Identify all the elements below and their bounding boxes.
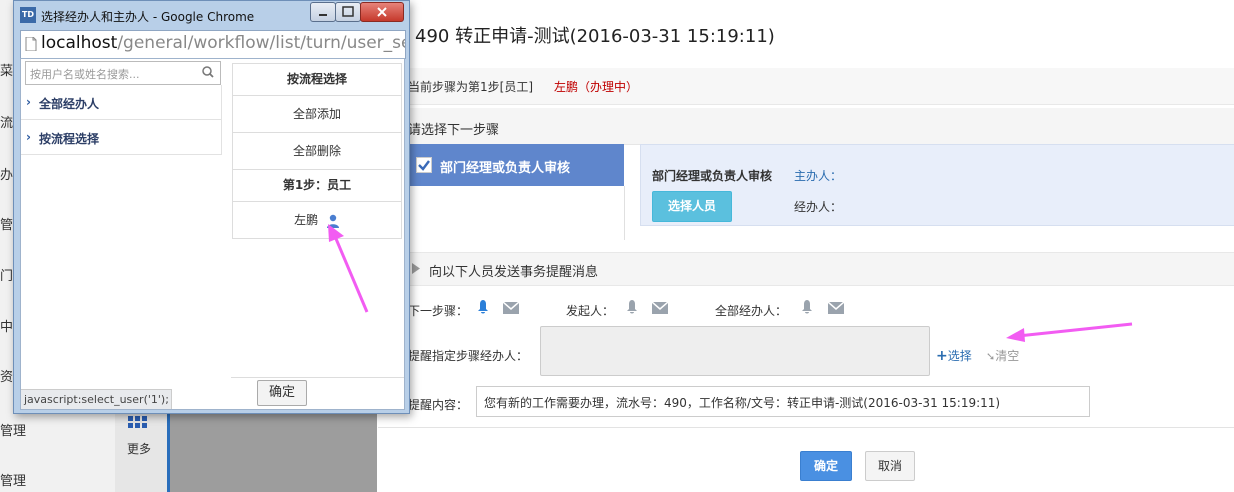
divider: [221, 85, 222, 155]
next-step-remind-label: 下一步骤：: [408, 304, 469, 318]
group-all-handlers[interactable]: › 全部经办人: [21, 85, 221, 120]
url-text: localhost/general/workflow/list/turn/use…: [41, 33, 406, 53]
next-step-header: 请选择下一步骤: [378, 108, 1234, 145]
nav-item[interactable]: 管理: [0, 470, 26, 489]
select-users-button[interactable]: 选择人员: [652, 191, 732, 222]
step-option-label: 部门经理或负责人审核: [440, 161, 571, 176]
grid-icon: [128, 416, 148, 436]
confirm-button[interactable]: 确定: [257, 380, 307, 406]
page-icon: [25, 37, 37, 51]
more-label: 更多: [127, 442, 152, 456]
process-select-header: 按流程选择: [233, 64, 401, 96]
checkbox[interactable]: [416, 157, 432, 173]
address-bar[interactable]: localhost/general/workflow/list/turn/use…: [20, 30, 406, 59]
group-by-process[interactable]: › 按流程选择: [21, 120, 221, 155]
step-option-selected[interactable]: 部门经理或负责人审核: [408, 144, 624, 186]
reminder-content-value: 您有新的工作需要办理，流水号：490，工作名称/文号：转正申请-测试(2016-…: [484, 396, 1001, 410]
status-text: javascript:select_user('1');: [24, 393, 169, 406]
cancel-button[interactable]: 取消: [865, 451, 915, 481]
title-bar: D. 490 转正申请-测试(2016-03-31 15:19:11): [378, 0, 1234, 69]
delete-all-button[interactable]: 全部删除: [233, 133, 401, 170]
eraser-icon: ➘: [986, 350, 996, 363]
handler-step-name: 部门经理或负责人审核: [652, 169, 773, 183]
page-title: 490 转正申请-测试(2016-03-31 15:19:11): [415, 26, 775, 47]
main-handler-label: 主办人：: [794, 169, 843, 183]
bell-icon[interactable]: [800, 300, 814, 315]
process-select-panel: 按流程选择 全部添加 全部删除 第1步：员工 左鹏: [232, 63, 402, 239]
clear-link[interactable]: ➘清空: [986, 347, 1019, 364]
select-link[interactable]: +选择: [936, 347, 972, 364]
all-handlers-remind-label: 全部经办人：: [715, 304, 788, 318]
maximize-button[interactable]: [335, 2, 361, 22]
annotation-arrow-icon: [1002, 320, 1134, 344]
workflow-page: D. 490 转正申请-测试(2016-03-31 15:19:11) 当前步骤…: [378, 0, 1234, 492]
divider: [231, 377, 404, 378]
ok-button[interactable]: 确定: [800, 451, 852, 481]
current-step-text: 当前步骤为第1步[员工]: [408, 80, 533, 94]
mail-icon[interactable]: [652, 302, 668, 314]
app-logo: TD: [20, 7, 36, 23]
nav-item[interactable]: 管理: [0, 420, 26, 439]
handler-label: 经办人：: [794, 200, 843, 214]
search-placeholder: 按用户名或姓名搜索...: [30, 68, 140, 81]
specified-handlers-label: 提醒指定步骤经办人：: [408, 349, 529, 363]
group-label: 按流程选择: [39, 132, 100, 146]
initiator-remind-label: 发起人：: [566, 304, 615, 318]
annotation-arrow-icon: [320, 220, 372, 315]
next-step-title: 请选择下一步骤: [408, 123, 500, 138]
bell-icon[interactable]: [625, 300, 639, 315]
nav-item[interactable]: 流: [0, 112, 13, 131]
handler-panel: 部门经理或负责人审核 主办人： 选择人员 经办人：: [640, 144, 1234, 226]
status-bar: javascript:select_user('1');: [21, 389, 172, 409]
select-user-popup: TD 选择经办人和主办人 - Google Chrome localhost/g…: [13, 0, 410, 414]
mail-icon[interactable]: [828, 302, 844, 314]
minimize-button[interactable]: [310, 2, 336, 22]
user-name: 左鹏: [294, 213, 319, 227]
current-step-bar: 当前步骤为第1步[员工] 左鹏（办理中）: [378, 68, 1234, 105]
mail-icon[interactable]: [503, 302, 519, 314]
chevron-right-icon: ›: [26, 130, 31, 144]
reminder-title: 向以下人员发送事务提醒消息: [429, 265, 599, 280]
triangle-right-icon: [412, 263, 420, 274]
chevron-right-icon: ›: [26, 95, 31, 109]
add-all-button[interactable]: 全部添加: [233, 96, 401, 133]
user-item[interactable]: 左鹏: [233, 202, 401, 238]
content-label: 提醒内容：: [408, 398, 469, 412]
divider: [378, 427, 1234, 428]
step-label: 第1步：员工: [233, 170, 401, 202]
reminder-header[interactable]: 向以下人员发送事务提醒消息: [396, 252, 1234, 286]
reminder-content-input[interactable]: 您有新的工作需要办理，流水号：490，工作名称/文号：转正申请-测试(2016-…: [476, 386, 1090, 417]
bell-icon[interactable]: [476, 300, 490, 315]
specified-handlers-textarea[interactable]: [540, 326, 930, 376]
group-label: 全部经办人: [39, 97, 100, 111]
plus-icon: +: [936, 348, 948, 364]
current-step-user: 左鹏（办理中）: [554, 80, 639, 94]
search-icon[interactable]: [202, 66, 214, 78]
popup-window-title: 选择经办人和主办人 - Google Chrome: [41, 10, 255, 24]
step-list-area: [408, 186, 625, 240]
more-menu[interactable]: 更多: [115, 405, 170, 492]
user-search-input[interactable]: 按用户名或姓名搜索...: [25, 61, 221, 85]
close-button[interactable]: [360, 2, 404, 22]
